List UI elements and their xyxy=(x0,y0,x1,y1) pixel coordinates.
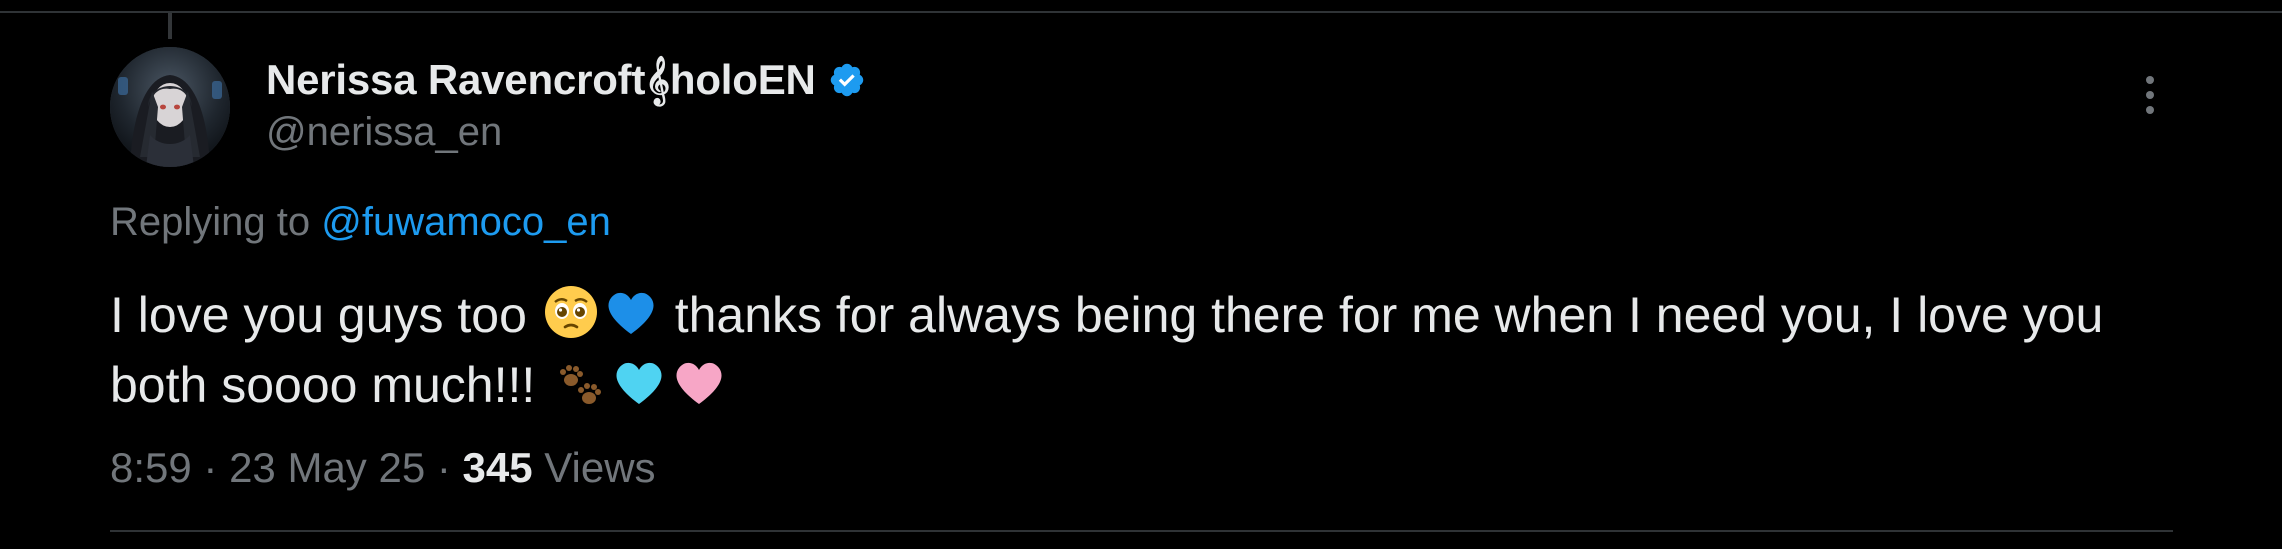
top-divider xyxy=(0,11,2282,13)
tweet-time[interactable]: 8:59 xyxy=(110,444,192,491)
view-count[interactable]: 345 xyxy=(463,444,533,491)
tweet-text: I love you guys too thanks for always be… xyxy=(110,280,2130,420)
tweet-text-part1: I love you guys too xyxy=(110,287,541,343)
avatar[interactable] xyxy=(110,47,230,167)
views-label[interactable]: Views xyxy=(533,444,655,491)
avatar-image-icon xyxy=(110,47,230,167)
display-name-row: Nerissa Ravencroft𝄞holoEN xyxy=(266,52,866,108)
blue-heart-icon xyxy=(601,282,661,342)
display-name[interactable]: Nerissa Ravencroft𝄞holoEN xyxy=(266,56,816,105)
mention-link[interactable]: @fuwamoco_en xyxy=(321,200,611,244)
user-handle[interactable]: @nerissa_en xyxy=(266,110,502,155)
meta-separator: · xyxy=(191,444,230,491)
more-vertical-icon xyxy=(2146,76,2154,114)
tweet-meta: 8:59 · 23 May 25 · 345 Views xyxy=(110,444,656,492)
tweet-date[interactable]: 23 May 25 xyxy=(229,444,425,491)
pleading-face-icon xyxy=(541,282,601,342)
more-options-button[interactable] xyxy=(2130,70,2170,120)
meta-separator: · xyxy=(425,444,463,491)
verified-badge-icon[interactable] xyxy=(828,61,866,99)
pink-heart-icon xyxy=(669,352,729,412)
replying-prefix: Replying to xyxy=(110,200,322,244)
light-blue-heart-icon xyxy=(609,352,669,412)
paw-prints-icon xyxy=(549,352,609,412)
thread-connector-line xyxy=(168,13,172,39)
replying-to: Replying to @fuwamoco_en xyxy=(110,200,611,245)
bottom-divider xyxy=(110,530,2173,532)
